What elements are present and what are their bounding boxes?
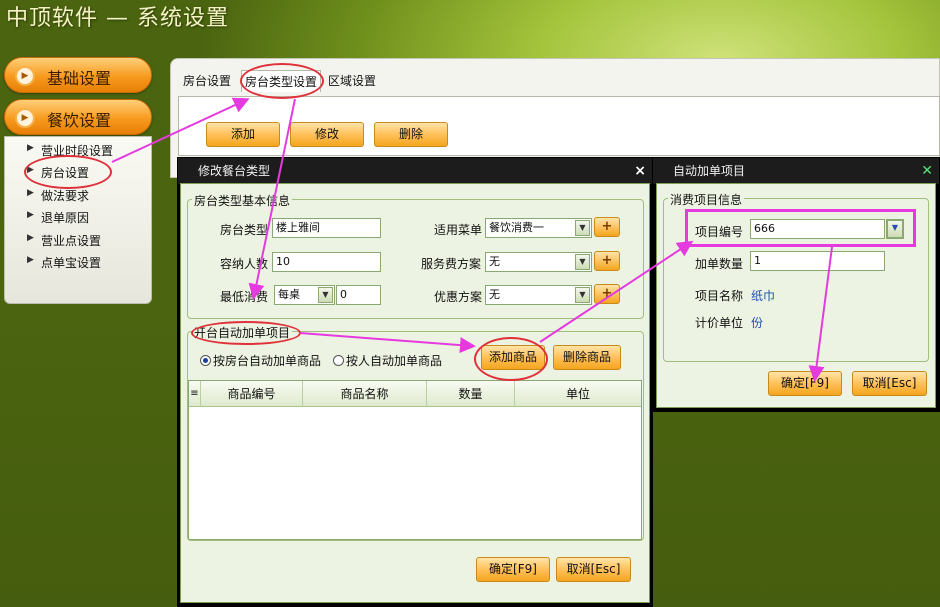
sidebar-item-business-hours[interactable]: ▶ 营业时段设置 (27, 142, 113, 159)
tab-room-settings[interactable]: 房台设置 (180, 70, 234, 91)
close-icon[interactable]: × (634, 158, 646, 184)
chevron-down-icon: ▼ (887, 220, 903, 238)
item-name-value: 纸巾 (751, 289, 776, 303)
capacity-input[interactable]: 10 (272, 252, 381, 272)
chevron-down-icon: ▼ (575, 220, 590, 236)
add-button[interactable]: 添加 (206, 122, 280, 147)
group-title: 开台自动加单项目 (192, 324, 293, 341)
radio-dot (200, 355, 211, 366)
item-name-label: 项目名称 (695, 289, 744, 303)
caret-right-icon: ▶ (27, 255, 34, 265)
delete-button[interactable]: 删除 (374, 122, 448, 147)
chevron-down-icon: ▼ (575, 287, 590, 303)
group-title: 房台类型基本信息 (192, 192, 293, 209)
chevron-down-icon: ▼ (318, 287, 333, 303)
radio-dot (333, 355, 344, 366)
capacity-label: 容纳人数 (220, 257, 269, 271)
grid-header: ≡ 商品编号 商品名称 数量 单位 (189, 381, 641, 407)
caret-right-icon: ▶ (27, 165, 34, 175)
play-icon: ▶ (15, 108, 35, 128)
unit-label: 计价单位 (695, 316, 744, 330)
col-goods-name[interactable]: 商品名称 (303, 381, 427, 407)
dialog-title: 自动加单项目 (653, 158, 939, 184)
sidebar-item-return-reasons[interactable]: ▶ 退单原因 (27, 209, 89, 226)
sidebar-item-order-treasure[interactable]: ▶ 点单宝设置 (27, 254, 101, 271)
ok-button[interactable]: 确定[F9] (476, 557, 550, 582)
menu-select[interactable]: 餐饮消费一 ▼ (485, 218, 592, 238)
min-spend-mode-select[interactable]: 每桌 ▼ (274, 285, 335, 305)
add-qty-input[interactable]: 1 (750, 251, 885, 271)
room-type-input[interactable]: 楼上雅间 (272, 218, 381, 238)
item-code-label: 项目编号 (695, 225, 744, 239)
menu-label: 适用菜单 (434, 223, 483, 237)
unit-value: 份 (751, 316, 764, 330)
nav-basic-settings[interactable]: ▶ 基础设置 (4, 57, 152, 93)
col-quantity[interactable]: 数量 (427, 381, 515, 407)
goods-grid[interactable]: ≡ 商品编号 商品名称 数量 单位 (188, 380, 642, 540)
service-fee-label: 服务费方案 (421, 257, 482, 271)
caret-right-icon: ▶ (27, 188, 34, 198)
nav-label: 餐饮设置 (47, 111, 112, 130)
grid-corner-icon: ≡ (189, 381, 201, 407)
nav-label: 基础设置 (47, 69, 112, 88)
sidebar-item-cooking-requests[interactable]: ▶ 做法要求 (27, 187, 89, 204)
close-icon[interactable]: ✕ (921, 158, 933, 184)
tab-room-type-settings[interactable]: 房台类型设置 (241, 70, 322, 92)
add-qty-label: 加单数量 (695, 257, 744, 271)
caret-right-icon: ▶ (27, 233, 34, 243)
item-code-lookup[interactable]: ▼ (886, 219, 904, 239)
discount-label: 优惠方案 (434, 290, 483, 304)
add-service-fee-button[interactable]: + (594, 251, 620, 271)
dialog-title: 修改餐台类型 (178, 158, 652, 184)
delete-goods-button[interactable]: 删除商品 (553, 345, 621, 370)
sidebar-item-outlet-settings[interactable]: ▶ 营业点设置 (27, 232, 101, 249)
app-title: 中顶软件 — 系统设置 (6, 6, 229, 31)
auto-cancel-button[interactable]: 取消[Esc] (852, 371, 927, 396)
sidebar-item-room-settings[interactable]: ▶ 房台设置 (27, 164, 89, 181)
sidebar-submenu: ▶ 营业时段设置 ▶ 房台设置 ▶ 做法要求 ▶ 退单原因 ▶ 营业点设置 ▶ 点单宝设置 (4, 136, 152, 304)
col-unit[interactable]: 单位 (515, 381, 641, 407)
nav-dining-settings[interactable]: ▶ 餐饮设置 (4, 99, 152, 135)
min-spend-label: 最低消费 (220, 290, 269, 304)
caret-right-icon: ▶ (27, 210, 34, 220)
add-discount-button[interactable]: + (594, 284, 620, 304)
play-icon: ▶ (15, 66, 35, 86)
item-code-input[interactable]: 666 (750, 219, 885, 239)
col-goods-code[interactable]: 商品编号 (201, 381, 303, 407)
room-type-label: 房台类型 (220, 223, 269, 237)
auto-ok-button[interactable]: 确定[F9] (768, 371, 842, 396)
group-title: 消费项目信息 (668, 191, 745, 208)
discount-select[interactable]: 无 ▼ (485, 285, 592, 305)
tab-area-settings[interactable]: 区域设置 (325, 70, 379, 91)
caret-right-icon: ▶ (27, 143, 34, 153)
radio-by-person[interactable]: 按人自动加单商品 (333, 352, 442, 369)
radio-by-room[interactable]: 按房台自动加单商品 (200, 352, 321, 369)
min-spend-input[interactable]: 0 (336, 285, 381, 305)
add-goods-button[interactable]: 添加商品 (481, 345, 545, 370)
service-fee-select[interactable]: 无 ▼ (485, 252, 592, 272)
add-menu-button[interactable]: + (594, 217, 620, 237)
chevron-down-icon: ▼ (575, 254, 590, 270)
edit-button[interactable]: 修改 (290, 122, 364, 147)
cancel-button[interactable]: 取消[Esc] (556, 557, 631, 582)
